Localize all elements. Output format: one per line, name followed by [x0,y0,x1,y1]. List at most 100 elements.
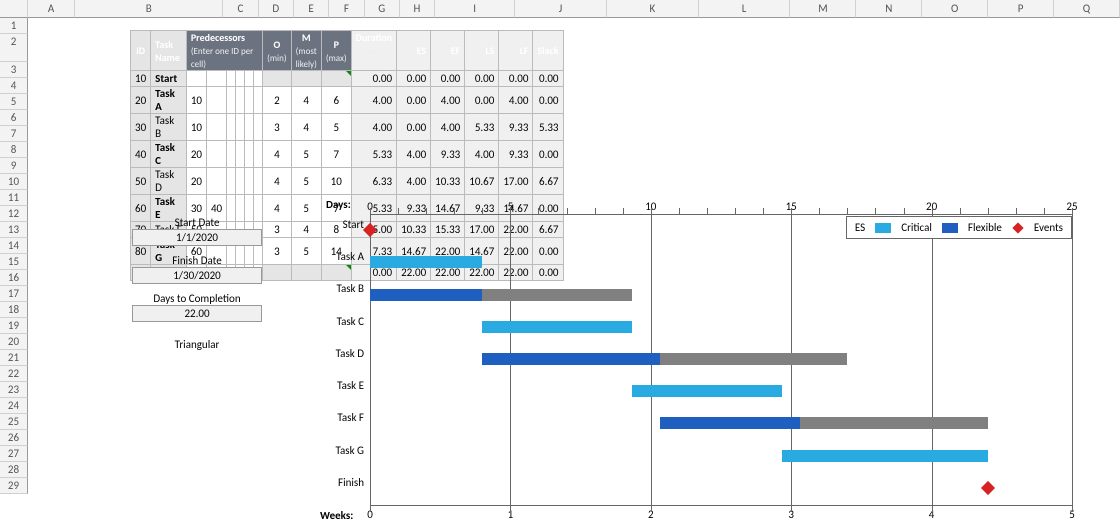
gantt-row-label: Task C [290,315,364,328]
flexible-bar [482,353,660,365]
table-row[interactable]: 20Task A102464.000.004.000.004.000.00 [131,87,564,114]
col-header-L[interactable]: L [699,0,791,18]
col-header-A[interactable]: A [28,0,75,18]
col-header-O[interactable]: O [922,0,988,18]
row-header-17[interactable]: 17 [0,286,28,302]
row-header-14[interactable]: 14 [0,238,28,254]
row-header-21[interactable]: 21 [0,350,28,366]
finish-date-label: Finish Date [132,254,262,267]
distribution-label: Triangular [132,338,262,351]
gantt-row: Task C [370,311,1072,343]
row-header-2[interactable]: 2 [0,34,28,62]
th-slack[interactable]: Slack [533,31,563,71]
col-header-G[interactable]: G [365,0,400,18]
col-header-E[interactable]: E [294,0,329,18]
row-header-20[interactable]: 20 [0,334,28,350]
row-header-25[interactable]: 25 [0,414,28,430]
row-header-10[interactable]: 10 [0,174,28,190]
row-header-7[interactable]: 7 [0,126,28,142]
row-header-27[interactable]: 27 [0,446,28,462]
table-row[interactable]: 40Task C204575.334.009.334.009.330.00 [131,141,564,168]
row-header-4[interactable]: 4 [0,78,28,94]
gantt-row-label: Task D [290,347,364,360]
table-row[interactable]: 30Task B103454.000.004.005.339.335.33 [131,114,564,141]
chart-legend: ES Critical Flexible Events [846,216,1072,239]
th-m[interactable]: M(most likely) [291,31,321,71]
row-header-11[interactable]: 11 [0,190,28,206]
legend-crit-label: Critical [901,221,932,234]
col-header-Q[interactable]: Q [1054,0,1120,18]
th-ef[interactable]: EF [431,31,465,71]
row-headers[interactable]: 1234567891011121314151617181920212223242… [0,18,28,494]
th-es[interactable]: ES [397,31,431,71]
event-diamond-icon [981,481,995,495]
row-header-5[interactable]: 5 [0,94,28,110]
col-header-M[interactable]: M [790,0,856,18]
col-header-C[interactable]: C [223,0,258,18]
row-header-28[interactable]: 28 [0,462,28,478]
row-header-9[interactable]: 9 [0,158,28,174]
weeks-axis-label: Weeks: [320,509,353,522]
th-lf[interactable]: LF [499,31,533,71]
table-row[interactable]: 50Task D2045106.334.0010.3310.6717.006.6… [131,168,564,195]
col-header-D[interactable]: D [259,0,294,18]
event-diamond-icon [363,223,377,237]
row-header-13[interactable]: 13 [0,222,28,238]
col-header-B[interactable]: B [75,0,223,18]
row-header-8[interactable]: 8 [0,142,28,158]
th-o[interactable]: O(min) [263,31,291,71]
critical-bar [782,450,988,462]
gantt-chart: Days: Weeks: 0510152025 012345 StartTask… [288,200,1078,520]
row-header-3[interactable]: 3 [0,62,28,78]
days-axis-label: Days: [326,198,351,211]
table-row[interactable]: 10Start0.000.000.000.000.000.00 [131,71,564,87]
gantt-row-label: Task A [290,250,364,263]
gantt-row: Task A [370,246,1072,278]
gantt-row-label: Task B [290,282,364,295]
gantt-row-label: Finish [290,476,364,489]
row-header-29[interactable]: 29 [0,478,28,494]
row-header-26[interactable]: 26 [0,430,28,446]
row-header-19[interactable]: 19 [0,318,28,334]
row-header-18[interactable]: 18 [0,302,28,318]
gantt-row: Task E [370,375,1072,407]
flexible-bar [370,289,482,301]
row-header-6[interactable]: 6 [0,110,28,126]
gantt-row: Task F [370,407,1072,439]
th-name[interactable]: Task Name [151,31,187,71]
col-header-J[interactable]: J [515,0,607,18]
row-header-23[interactable]: 23 [0,382,28,398]
th-p[interactable]: P(max) [321,31,351,71]
start-date-label: Start Date [132,216,262,229]
th-id[interactable]: ID [131,31,151,71]
th-preds[interactable]: Predecessors(Enter one ID per cell) [186,31,262,71]
th-ls[interactable]: LS [465,31,499,71]
th-dur[interactable]: Duration(exp. time) [351,31,396,71]
critical-bar [632,385,782,397]
days-completion-label: Days to Completion [132,292,262,305]
col-header-K[interactable]: K [607,0,699,18]
column-headers[interactable]: ABCDEFGHIJKLMNOPQ [0,0,1120,18]
gantt-row-label: Start [290,218,364,231]
critical-bar [482,321,632,333]
row-header-24[interactable]: 24 [0,398,28,414]
row-header-22[interactable]: 22 [0,366,28,382]
col-header-F[interactable]: F [329,0,364,18]
legend-flex-swatch [942,223,958,233]
col-header-N[interactable]: N [856,0,922,18]
legend-event-swatch [1012,222,1023,233]
col-header-I[interactable]: I [435,0,515,18]
days-completion-value[interactable]: 22.00 [132,305,262,322]
row-header-12[interactable]: 12 [0,206,28,222]
row-header-15[interactable]: 15 [0,254,28,270]
legend-es-label: ES [855,221,865,234]
start-date-value[interactable]: 1/1/2020 [132,229,262,246]
finish-date-value[interactable]: 1/30/2020 [132,267,262,284]
row-header-16[interactable]: 16 [0,270,28,286]
row-header-1[interactable]: 1 [0,18,28,34]
critical-bar [370,256,482,268]
flexible-bar [660,417,800,429]
gantt-row: Finish [370,472,1072,504]
col-header-H[interactable]: H [400,0,435,18]
col-header-P[interactable]: P [988,0,1054,18]
